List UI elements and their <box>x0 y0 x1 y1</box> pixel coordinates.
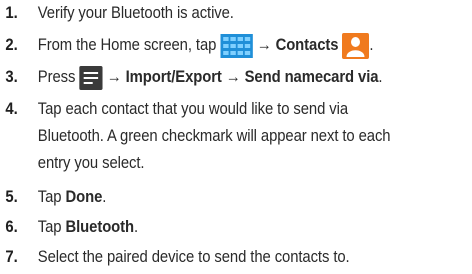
step-text-post: . <box>102 188 107 206</box>
apps-grid-icon <box>220 33 253 58</box>
contacts-icon <box>342 32 370 59</box>
step-text: Select the paired device to send the con… <box>37 248 350 266</box>
step-number: 3. <box>5 68 18 86</box>
step-number: 6. <box>5 218 18 236</box>
step-number: 2. <box>5 36 18 54</box>
step-text: Tap each contact that you would like to … <box>38 96 391 177</box>
step-text: From the Home screen, tap → Contacts . <box>38 32 374 59</box>
step-text-post: . <box>378 68 383 86</box>
step-text-pre: Tap <box>37 188 66 206</box>
step-text-post: . <box>369 36 374 54</box>
step-text-bold: Contacts <box>275 36 339 54</box>
step-number: 4. <box>5 100 18 118</box>
step-text-pre: Tap <box>37 218 66 236</box>
step-text-bold: Bluetooth <box>65 218 135 236</box>
step-number: 1. <box>5 4 18 22</box>
step-text: Verify your Bluetooth is active. <box>37 4 234 22</box>
step-text-line: entry you select. <box>37 154 145 172</box>
step-text-pre: Press <box>37 68 80 86</box>
step-text-line: Tap each contact that you would like to … <box>37 100 349 118</box>
step-text: Press → Import/Export → Send namecard vi… <box>38 64 383 91</box>
step-text: Tap Bluetooth. <box>38 214 138 241</box>
step-arrow: → <box>256 36 272 54</box>
step-number: 7. <box>5 248 18 266</box>
menu-icon <box>79 65 103 90</box>
step-text: Tap Done. <box>38 184 107 211</box>
step-text-post: . <box>134 218 139 236</box>
step-number: 5. <box>5 188 18 206</box>
step-text-line: Bluetooth. A green checkmark will appear… <box>37 127 391 145</box>
step-text-bold: Done <box>65 188 103 206</box>
step-text-bold: → Import/Export → Send namecard via <box>106 68 379 86</box>
step-text-pre: From the Home screen, tap <box>37 36 221 54</box>
